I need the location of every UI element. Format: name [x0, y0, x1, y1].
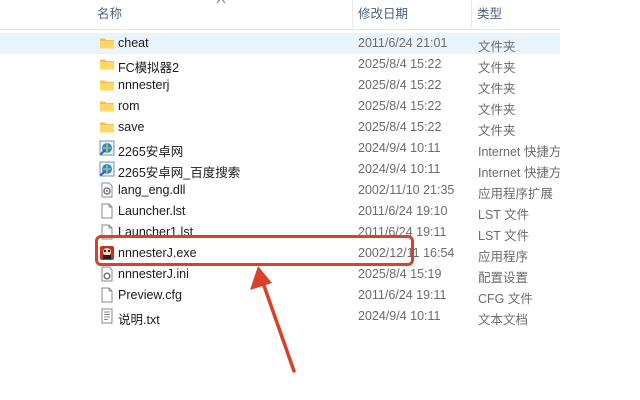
file-row[interactable]: rom 2025/8/4 15:22 文件夹	[0, 96, 560, 117]
file-date: 2025/8/4 15:19	[358, 267, 442, 281]
file-row[interactable]: lang_eng.dll 2002/11/10 21:35 应用程序扩展	[0, 180, 560, 201]
file-type: Internet 快捷方式	[478, 145, 560, 159]
file-explorer: 名称 修改日期 类型 cheat 2011/6/24 21:01 文件夹 FC模拟器2…	[0, 0, 640, 400]
file-date: 2002/12/11 16:54	[358, 246, 455, 260]
file-row[interactable]: FC模拟器2 2025/8/4 15:22 文件夹	[0, 54, 560, 75]
file-row[interactable]: 2265安卓网 2024/9/4 10:11 Internet 快捷方式	[0, 138, 560, 159]
file-row[interactable]: nnnesterJ.ini 2025/8/4 15:19 配置设置	[0, 264, 560, 285]
file-name: cheat	[118, 36, 149, 50]
file-name: Launcher.lst	[118, 204, 186, 218]
file-row[interactable]: Preview.cfg 2011/6/24 19:11 CFG 文件	[0, 285, 560, 306]
file-name: lang_eng.dll	[118, 183, 186, 197]
file-type: CFG 文件	[478, 292, 533, 306]
file-row[interactable]: Launcher1.lst 2011/6/24 19:11 LST 文件	[0, 222, 560, 243]
file-date: 2011/6/24 19:11	[358, 225, 447, 239]
settings-file-icon	[99, 266, 115, 282]
internet-shortcut-icon	[99, 140, 115, 156]
file-type: LST 文件	[478, 208, 530, 222]
file-name: nnnesterj	[118, 78, 170, 92]
file-name: save	[118, 120, 145, 134]
file-name: 2265安卓网	[118, 145, 184, 159]
file-type: 配置设置	[478, 271, 529, 285]
file-row[interactable]: cheat 2011/6/24 21:01 文件夹	[0, 33, 560, 54]
column-name-header[interactable]: 名称	[97, 5, 122, 25]
column-type-header[interactable]: 类型	[477, 5, 502, 25]
file-date: 2002/11/10 21:35	[358, 183, 455, 197]
file-row[interactable]: nnnesterj 2025/8/4 15:22 文件夹	[0, 75, 560, 96]
file-date: 2024/9/4 10:11	[358, 309, 441, 323]
file-list: cheat 2011/6/24 21:01 文件夹 FC模拟器2 2025/8/4 15…	[0, 33, 560, 327]
text-file-icon	[99, 308, 115, 324]
file-date: 2024/9/4 10:11	[358, 141, 441, 155]
file-name: rom	[118, 99, 140, 113]
file-date: 2024/9/4 10:11	[358, 162, 441, 176]
file-date: 2025/8/4 15:22	[358, 57, 442, 71]
folder-icon	[99, 77, 115, 93]
file-date: 2011/6/24 19:11	[358, 288, 447, 302]
file-row[interactable]: 2265安卓网_百度搜索 2024/9/4 10:11 Internet 快捷方式	[0, 159, 560, 180]
file-date: 2025/8/4 15:22	[358, 99, 442, 113]
file-type: 应用程序扩展	[478, 187, 554, 201]
file-date: 2025/8/4 15:22	[358, 78, 442, 92]
file-name: Preview.cfg	[118, 288, 182, 302]
column-divider[interactable]	[352, 0, 353, 28]
file-row[interactable]: 说明.txt 2024/9/4 10:11 文本文档	[0, 306, 560, 327]
folder-icon	[99, 119, 115, 135]
file-date: 2025/8/4 15:22	[358, 120, 442, 134]
file-name: nnnesterJ.ini	[118, 267, 189, 281]
file-date: 2011/6/24 21:01	[358, 36, 448, 50]
file-icon	[99, 287, 115, 303]
file-icon	[99, 224, 115, 240]
file-name: FC模拟器2	[118, 61, 180, 75]
file-name: 2265安卓网_百度搜索	[118, 166, 241, 180]
folder-icon	[99, 56, 115, 72]
dll-file-icon	[99, 182, 115, 198]
file-row[interactable]: Launcher.lst 2011/6/24 19:10 LST 文件	[0, 201, 560, 222]
file-type: 文件夹	[478, 61, 516, 75]
file-type: 文件夹	[478, 40, 516, 54]
file-icon	[99, 203, 115, 219]
file-name: Launcher1.lst	[118, 225, 194, 239]
file-type: 文件夹	[478, 124, 516, 138]
file-type: 应用程序	[478, 250, 529, 264]
exe-app-icon	[99, 245, 115, 261]
sort-ascending-icon[interactable]	[216, 0, 226, 4]
folder-icon	[99, 98, 115, 114]
file-type: 文件夹	[478, 82, 516, 96]
file-row[interactable]: save 2025/8/4 15:22 文件夹	[0, 117, 560, 138]
file-type: Internet 快捷方式	[478, 166, 560, 180]
file-type: LST 文件	[478, 229, 530, 243]
folder-icon	[99, 35, 115, 51]
column-date-header[interactable]: 修改日期	[358, 5, 408, 25]
file-type: 文本文档	[478, 313, 529, 327]
column-header: 名称 修改日期 类型	[0, 0, 560, 30]
internet-shortcut-icon	[99, 161, 115, 177]
file-name: 说明.txt	[118, 313, 160, 327]
file-name: nnnesterJ.exe	[118, 246, 197, 260]
file-date: 2011/6/24 19:10	[358, 204, 448, 218]
column-divider[interactable]	[471, 0, 472, 28]
file-row[interactable]: nnnesterJ.exe 2002/12/11 16:54 应用程序	[0, 243, 560, 264]
file-type: 文件夹	[478, 103, 516, 117]
